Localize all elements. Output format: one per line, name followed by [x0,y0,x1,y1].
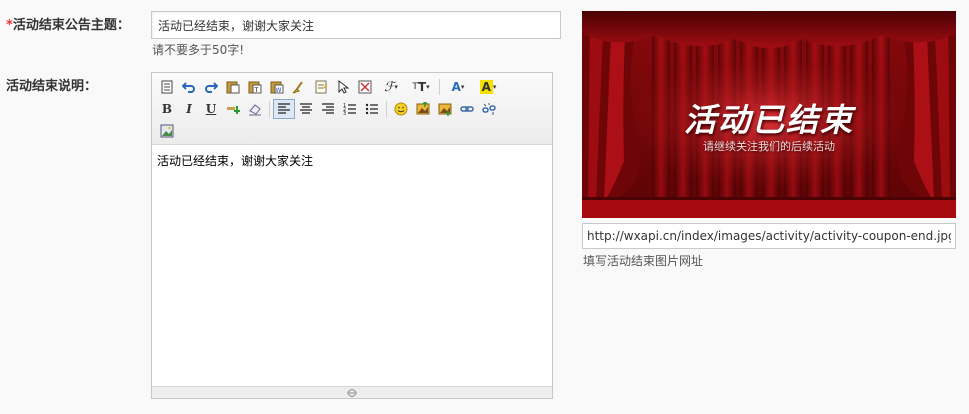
title-input[interactable] [151,11,561,39]
image-url-input[interactable] [582,223,956,249]
align-right-icon[interactable] [317,99,339,119]
editor-content[interactable]: 活动已经结束，谢谢大家关注 [157,152,313,169]
editor-resize-handle[interactable] [152,386,552,398]
image-icon[interactable] [156,121,178,141]
font-color-icon[interactable]: A ▾ [443,77,473,97]
toolbar-row-1: T W ℱ ▾ T T ▾ A ▾ A ▾ [156,76,503,98]
rich-text-editor: T W ℱ ▾ T T ▾ A ▾ A ▾ B I U 123 活动已经结束，谢… [151,72,553,399]
toolbar-separator [439,79,440,95]
ordered-list-icon[interactable]: 123 [339,99,361,119]
highlight-icon[interactable]: A ▾ [473,77,503,97]
unordered-list-icon[interactable] [361,99,383,119]
toolbar-separator [269,101,270,117]
end-image-preview: 活动已结束 请继续关注我们的后续活动 [582,11,956,218]
toolbar-row-3 [156,120,178,142]
svg-text:W: W [276,87,282,94]
title-label: *活动结束公告主题： [6,14,130,33]
underline-icon[interactable]: U [200,99,222,119]
svg-text:T: T [254,87,259,94]
font-size-icon[interactable]: T T ▾ [406,77,436,97]
multi-image-icon[interactable] [434,99,456,119]
select-all-icon[interactable] [332,77,354,97]
align-center-icon[interactable] [295,99,317,119]
emoticon-icon[interactable] [390,99,412,119]
paste-icon[interactable] [222,77,244,97]
paste-text-icon[interactable]: T [244,77,266,97]
paste-word-icon[interactable]: W [266,77,288,97]
source-icon[interactable] [156,77,178,97]
description-label: 活动结束说明： [6,79,98,94]
strikethrough-icon[interactable] [222,99,244,119]
font-family-icon[interactable]: ℱ ▾ [376,77,406,97]
undo-icon[interactable] [178,77,200,97]
preview-heading: 活动已结束 [683,101,854,139]
toolbar-separator [386,101,387,117]
align-left-icon[interactable] [273,99,295,119]
fullscreen-icon[interactable] [354,77,376,97]
remove-format-icon[interactable] [244,99,266,119]
image-url-hint: 填写活动结束图片网址 [583,254,704,268]
editor-toolbar: T W ℱ ▾ T T ▾ A ▾ A ▾ B I U 123 [152,73,552,145]
required-mark: * [6,18,13,33]
toolbar-row-2: B I U 123 [156,98,500,120]
unlink-icon[interactable] [478,99,500,119]
redo-icon[interactable] [200,77,222,97]
link-icon[interactable] [456,99,478,119]
bold-icon[interactable]: B [156,99,178,119]
svg-text:3: 3 [343,111,346,116]
title-label-text: 活动结束公告主题： [12,18,130,33]
clear-format-icon[interactable] [288,77,310,97]
resize-grip-icon [347,388,357,397]
italic-icon[interactable]: I [178,99,200,119]
title-hint: 请不要多于50字! [152,43,245,57]
template-icon[interactable] [310,77,332,97]
insert-image-icon[interactable] [412,99,434,119]
preview-subheading: 请继续关注我们的后续活动 [703,140,835,153]
